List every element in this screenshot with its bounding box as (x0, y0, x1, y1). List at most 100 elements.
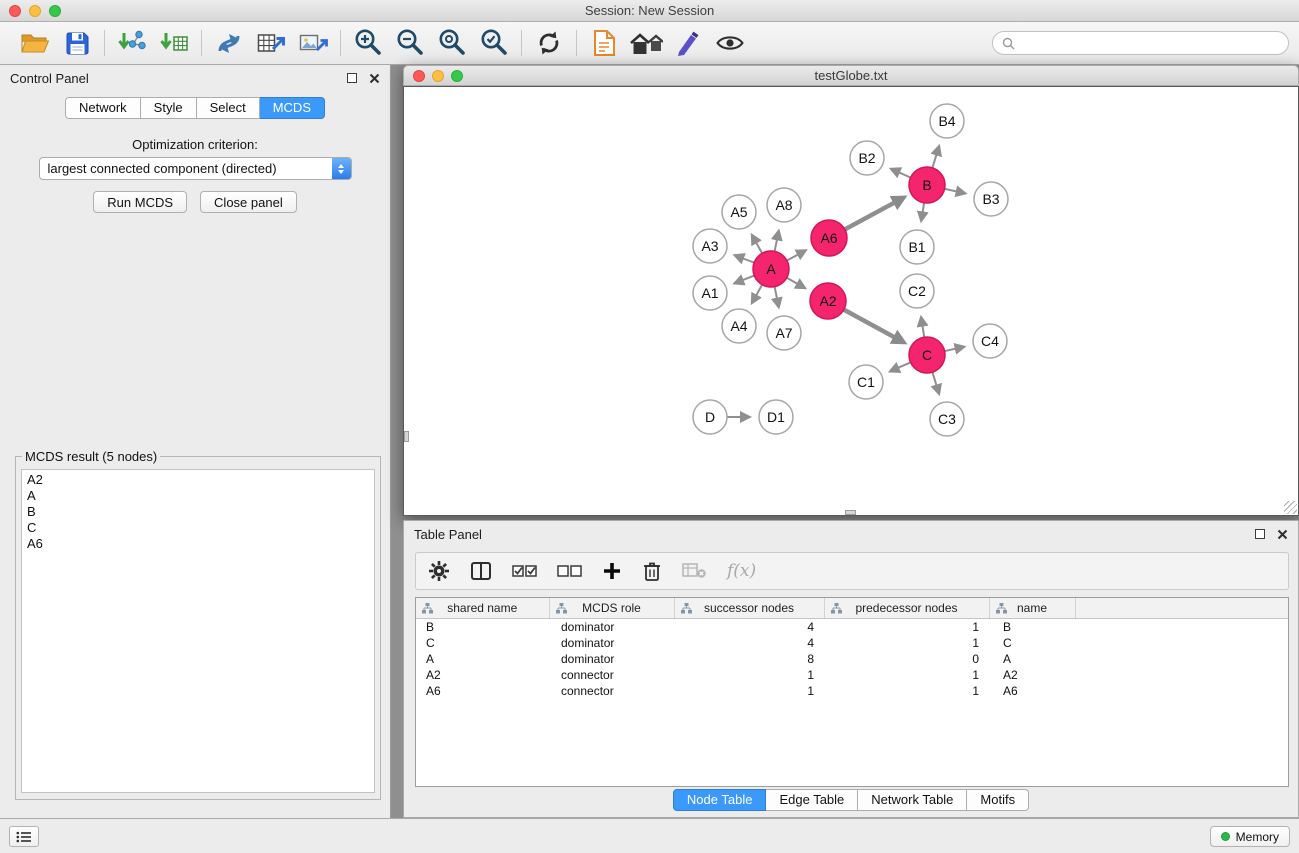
mcds-result-item[interactable]: A2 (27, 472, 369, 488)
graph-node-A6[interactable]: A6 (811, 220, 847, 256)
graph-node-B4[interactable]: B4 (930, 104, 964, 138)
graph-node-C2[interactable]: C2 (900, 274, 934, 308)
search-input[interactable] (1020, 36, 1279, 51)
tab-node-table[interactable]: Node Table (673, 789, 767, 811)
memory-button[interactable]: Memory (1210, 826, 1290, 847)
graph-edge-A-A5[interactable] (752, 236, 763, 255)
task-history-button[interactable] (9, 826, 39, 847)
table-mode-button[interactable] (428, 560, 450, 582)
graph-node-A3[interactable]: A3 (693, 229, 727, 263)
export-table-button[interactable] (254, 25, 288, 61)
open-document-button[interactable] (587, 25, 621, 61)
network-zoom-button[interactable] (451, 70, 463, 82)
show-hide-button[interactable] (713, 25, 747, 61)
run-mcds-button[interactable]: Run MCDS (93, 191, 187, 213)
tab-edge-table[interactable]: Edge Table (766, 789, 858, 811)
pane-handle-bottom[interactable] (845, 510, 856, 515)
table-row[interactable]: A2connector11A2 (416, 667, 1288, 683)
graph-node-A5[interactable]: A5 (722, 195, 756, 229)
graph-edge-B-B2[interactable] (892, 169, 912, 178)
graph-edge-B-B3[interactable] (944, 189, 965, 194)
graph-edge-C-C1[interactable] (891, 362, 912, 371)
graph-edge-A-A2[interactable] (786, 277, 805, 288)
home-button[interactable] (629, 25, 663, 61)
mcds-result-item[interactable]: C (27, 520, 369, 536)
graph-node-A1[interactable]: A1 (693, 276, 727, 310)
close-panel-icon[interactable] (369, 73, 380, 84)
zoom-fit-button[interactable] (435, 25, 469, 61)
export-image-button[interactable] (296, 25, 330, 61)
zoom-selected-button[interactable] (477, 25, 511, 61)
function-builder-button[interactable]: f(x) (727, 561, 756, 581)
zoom-in-button[interactable] (351, 25, 385, 61)
graph-edge-A2-C[interactable] (843, 309, 903, 342)
column-header-predecessor-nodes[interactable]: predecessor nodes (824, 598, 989, 618)
graph-node-B[interactable]: B (909, 167, 945, 203)
graph-svg[interactable]: B4B2BB3A5A8A6B1A3AC2A1A2A4A7C4CC1C3DD1 (404, 87, 1298, 515)
graph-node-A4[interactable]: A4 (722, 309, 756, 343)
deselect-all-button[interactable] (557, 563, 582, 579)
column-header-shared-name[interactable]: shared name (416, 598, 549, 618)
graph-edge-A-A6[interactable] (786, 251, 805, 261)
column-header-successor-nodes[interactable]: successor nodes (674, 598, 824, 618)
table-row[interactable]: A6connector11A6 (416, 683, 1288, 699)
open-session-button[interactable] (18, 25, 52, 61)
graph-edge-C-C3[interactable] (932, 371, 939, 393)
table-row[interactable]: Bdominator41B (416, 618, 1288, 635)
graph-node-B1[interactable]: B1 (900, 230, 934, 264)
graph-edge-B-B1[interactable] (921, 202, 924, 221)
graph-edge-A-A7[interactable] (774, 286, 778, 307)
criterion-select[interactable]: largest connected component (directed) (39, 157, 352, 180)
resize-grip-icon[interactable] (1284, 501, 1297, 514)
network-close-button[interactable] (413, 70, 425, 82)
graph-node-A[interactable]: A (753, 251, 789, 287)
graph-node-C4[interactable]: C4 (973, 324, 1007, 358)
annotation-button[interactable] (671, 25, 705, 61)
show-columns-button[interactable] (470, 561, 492, 581)
delete-column-button[interactable] (642, 560, 662, 582)
graph-node-C1[interactable]: C1 (849, 365, 883, 399)
network-minimize-button[interactable] (432, 70, 444, 82)
tab-motifs[interactable]: Motifs (967, 789, 1029, 811)
column-header-name[interactable]: name (989, 598, 1075, 618)
pane-handle-left[interactable] (404, 431, 409, 442)
delete-table-button[interactable] (682, 562, 707, 580)
add-column-button[interactable] (602, 561, 622, 581)
zoom-out-button[interactable] (393, 25, 427, 61)
graph-node-D1[interactable]: D1 (759, 400, 793, 434)
graph-edge-A6-B[interactable] (844, 198, 903, 230)
graph-node-B3[interactable]: B3 (974, 182, 1008, 216)
export-network-button[interactable] (212, 25, 246, 61)
graph-edge-A-A8[interactable] (774, 232, 778, 253)
graph-edge-A-A3[interactable] (735, 256, 755, 264)
column-header-mcds-role[interactable]: MCDS role (549, 598, 674, 618)
tab-mcds[interactable]: MCDS (260, 97, 325, 119)
tab-network-table[interactable]: Network Table (858, 789, 967, 811)
network-canvas[interactable]: B4B2BB3A5A8A6B1A3AC2A1A2A4A7C4CC1C3DD1 (403, 86, 1299, 516)
tab-network[interactable]: Network (65, 97, 141, 119)
graph-edge-A-A4[interactable] (752, 284, 763, 303)
graph-edge-C-C2[interactable] (921, 318, 924, 339)
save-session-button[interactable] (60, 25, 94, 61)
float-table-panel-icon[interactable] (1255, 529, 1265, 539)
table-row[interactable]: Cdominator41C (416, 635, 1288, 651)
select-all-button[interactable] (512, 563, 537, 579)
close-panel-button[interactable]: Close panel (200, 191, 297, 213)
graph-node-C[interactable]: C (909, 337, 945, 373)
graph-node-A7[interactable]: A7 (767, 316, 801, 350)
graph-node-B2[interactable]: B2 (850, 141, 884, 175)
tab-select[interactable]: Select (197, 97, 260, 119)
graph-node-A8[interactable]: A8 (767, 188, 801, 222)
float-panel-icon[interactable] (347, 73, 357, 83)
tab-style[interactable]: Style (141, 97, 197, 119)
close-table-panel-icon[interactable] (1277, 529, 1288, 540)
graph-edge-B-B4[interactable] (932, 147, 939, 169)
graph-edge-A-A1[interactable] (735, 275, 755, 283)
mcds-result-item[interactable]: A6 (27, 536, 369, 552)
import-table-button[interactable] (157, 25, 191, 61)
graph-node-C3[interactable]: C3 (930, 402, 964, 436)
graph-node-D[interactable]: D (693, 400, 727, 434)
table-row[interactable]: Adominator80A (416, 651, 1288, 667)
mcds-result-item[interactable]: B (27, 504, 369, 520)
import-network-button[interactable] (115, 25, 149, 61)
